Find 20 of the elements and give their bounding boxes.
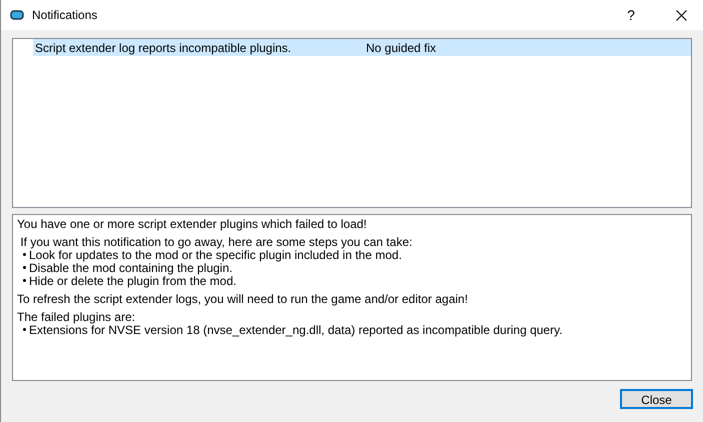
notification-fix: No guided fix	[366, 40, 436, 56]
notification-message: Script extender log reports incompatible plugins.	[34, 40, 292, 56]
notification-row[interactable]: Script extender log reports incompatible plugins. No guided fix	[33, 39, 691, 56]
details-bullet-text: Disable the mod containing the plugin.	[29, 260, 232, 276]
bullet-icon	[23, 253, 26, 256]
close-button[interactable]: Close	[620, 389, 693, 409]
details-bullet-text: Hide or delete the plugin from the mod.	[29, 274, 236, 290]
details-text: To refresh the script extender logs, you will need to run the game and/or editor again!	[17, 290, 468, 308]
details-text: You have one or more script extender plugins which failed to load!	[17, 216, 367, 232]
bullet-icon	[23, 328, 26, 331]
details-bullet-text: Look for updates to the mod or the specific plugin included in the mod.	[29, 248, 402, 263]
bullet-icon	[23, 279, 26, 282]
help-button[interactable]: ?	[611, 0, 651, 30]
close-icon[interactable]	[676, 10, 687, 20]
app-icon	[10, 10, 24, 20]
details-text: The failed plugins are:	[17, 308, 136, 325]
bullet-icon	[23, 266, 26, 269]
window-title: Notifications	[32, 7, 98, 24]
details-text: If you want this notification to go away, here are some steps you can take:	[19, 234, 412, 250]
details-bullet-text: Extensions for NVSE version 18 (nvse_extender_ng.dll, data) reported as incompatible during query.	[29, 322, 562, 338]
